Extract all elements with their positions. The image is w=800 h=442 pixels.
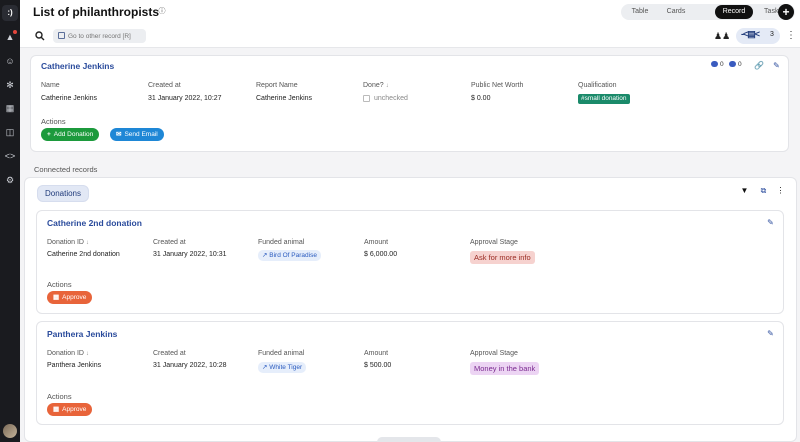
field-value-done: unchecked (374, 95, 408, 102)
code-icon[interactable]: <> (4, 150, 16, 162)
fire-icon[interactable]: ▲ (4, 30, 17, 43)
relations-button[interactable]: -<▤< 3 (736, 28, 780, 44)
apps-grid-icon[interactable]: ▦ (4, 102, 16, 114)
left-nav-rail: :) ▲ ☺ ✻ ▦ ◫ <> ⚙ (0, 0, 20, 442)
funded-animal-link[interactable]: ↗ White Tiger (258, 362, 307, 373)
approve-button[interactable]: ▦ Approve (47, 291, 93, 304)
field-label-created: Created at (153, 239, 186, 246)
toolbar: ♟♟ -<▤< 3 ⋮ (20, 24, 800, 48)
actions-label: Actions (41, 117, 66, 126)
qualification-tag[interactable]: #small donation (578, 94, 630, 104)
panel-more-icon[interactable]: ⋮ (776, 186, 785, 196)
field-value-amount: $ 6,000.00 (364, 251, 398, 258)
donation-title[interactable]: Catherine 2nd donation (47, 218, 142, 228)
link-icon[interactable]: 🔗 (754, 61, 764, 70)
plus-icon: + (47, 131, 51, 138)
sort-icon: ↓ (385, 83, 389, 89)
field-value-report-name: Catherine Jenkins (256, 95, 313, 102)
open-external-icon[interactable]: ⧉ (759, 186, 768, 196)
table-icon: ▦ (53, 294, 60, 301)
comments-count[interactable]: 0 (711, 61, 724, 71)
sort-icon: ↓ (85, 240, 89, 246)
load-more-button[interactable] (377, 437, 441, 442)
field-label-net-worth: Public Net Worth (471, 82, 524, 89)
field-label-created: Created at (148, 82, 181, 89)
edit-pencil-icon[interactable]: ✎ (772, 61, 781, 70)
activity-count[interactable]: 0 (729, 61, 742, 71)
table-icon: ▦ (53, 406, 60, 413)
field-label-created: Created at (153, 350, 186, 357)
field-value-donation-id: Panthera Jenkins (47, 362, 102, 369)
collaborators-icon[interactable]: ♟♟ (714, 30, 730, 42)
more-options-icon[interactable]: ⋮ (786, 29, 796, 43)
field-label-donation-id: Donation ID ↓ (47, 350, 89, 357)
settings-gear-icon[interactable]: ⚙ (4, 174, 16, 186)
notification-dot (13, 30, 17, 34)
tab-table[interactable]: Table (623, 5, 657, 19)
field-value-net-worth: $ 0.00 (471, 95, 491, 102)
record-title[interactable]: Catherine Jenkins (41, 61, 114, 71)
tab-donations[interactable]: Donations (37, 185, 89, 202)
filter-icon[interactable]: ▼ (740, 186, 749, 196)
view-switcher: Table Cards Record Tasks (621, 4, 795, 20)
field-label-approval-stage: Approval Stage (470, 239, 518, 246)
field-label-name: Name (41, 82, 60, 89)
field-label-amount: Amount (364, 350, 389, 357)
actions-label: Actions (47, 280, 72, 289)
app-logo-icon[interactable]: :) (2, 5, 18, 21)
field-value-donation-id: Catherine 2nd donation (47, 251, 120, 258)
user-avatar[interactable] (3, 424, 17, 438)
field-label-done: Done? ↓ (363, 82, 389, 89)
tab-cards[interactable]: Cards (659, 5, 693, 19)
field-label-funded-animal: Funded animal (258, 239, 305, 246)
field-label-report-name: Report Name (256, 82, 298, 89)
approval-stage-badge[interactable]: Money in the bank (470, 362, 540, 375)
field-value-name: Catherine Jenkins (41, 95, 98, 102)
connected-records-label: Connected records (34, 165, 98, 174)
field-label-funded-animal: Funded animal (258, 350, 305, 357)
field-value-created: 31 January 2022, 10:28 (153, 362, 227, 369)
actions-label: Actions (47, 392, 72, 401)
goto-record-input[interactable] (68, 30, 144, 42)
tab-record[interactable]: Record (715, 5, 753, 19)
user-add-icon[interactable]: ☺ (4, 55, 16, 67)
info-icon[interactable]: ⓘ (158, 8, 166, 16)
activity-icon (729, 61, 736, 68)
field-value-created: 31 January 2022, 10:31 (153, 251, 227, 258)
relations-count: 3 (770, 31, 774, 38)
send-email-button[interactable]: ✉ Send Email (110, 128, 164, 141)
edit-pencil-icon[interactable]: ✎ (766, 329, 775, 338)
sort-icon: ↓ (85, 351, 89, 357)
integrations-icon[interactable]: ✻ (4, 79, 16, 91)
edit-pencil-icon[interactable]: ✎ (766, 218, 775, 227)
page-header: List of philanthropists ⓘ Table Cards Re… (20, 0, 800, 24)
field-label-amount: Amount (364, 239, 389, 246)
field-label-qualification: Qualification (578, 82, 617, 89)
donation-title[interactable]: Panthera Jenkins (47, 329, 117, 339)
email-icon: ✉ (116, 131, 122, 138)
comment-icon (711, 61, 718, 68)
donation-card (36, 210, 784, 314)
search-icon[interactable] (35, 31, 45, 41)
relations-icon: -<▤< (741, 29, 760, 39)
database-icon[interactable]: ◫ (4, 126, 16, 138)
done-checkbox[interactable] (363, 95, 370, 102)
field-value-amount: $ 500.00 (364, 362, 392, 369)
field-label-approval-stage: Approval Stage (470, 350, 518, 357)
funded-animal-link[interactable]: ↗ Bird Of Paradise (258, 250, 321, 261)
goto-record-box[interactable] (53, 29, 146, 43)
donation-card (36, 321, 784, 425)
field-label-donation-id: Donation ID ↓ (47, 239, 89, 246)
page-title: List of philanthropists (33, 5, 159, 19)
add-donation-button[interactable]: + Add Donation (41, 128, 100, 141)
field-value-created: 31 January 2022, 10:27 (148, 95, 222, 102)
approval-stage-badge[interactable]: Ask for more info (470, 251, 535, 264)
add-record-button[interactable]: + (778, 4, 794, 20)
approve-button[interactable]: ▦ Approve (47, 403, 93, 416)
record-icon (58, 32, 65, 39)
